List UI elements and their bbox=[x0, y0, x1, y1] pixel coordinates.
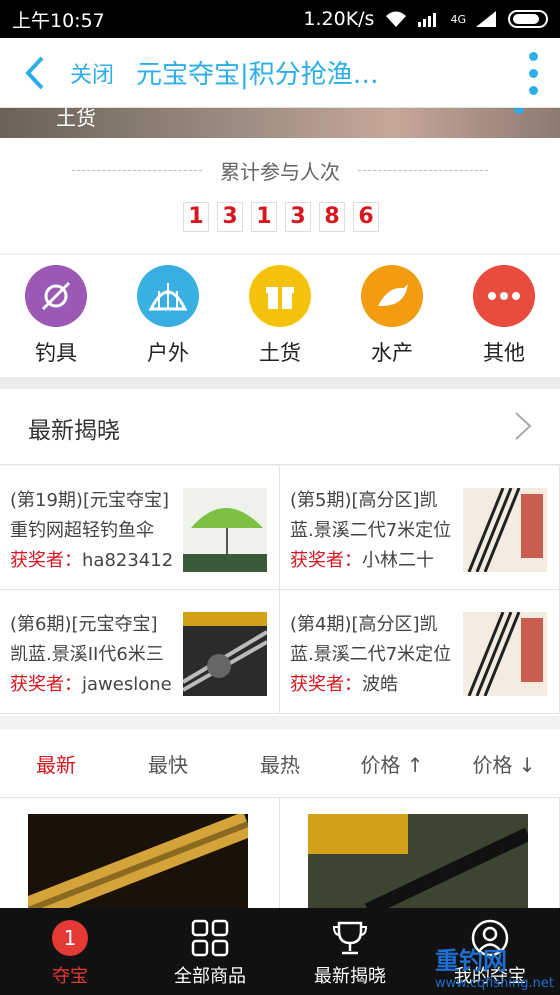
item-name: 凯蓝.景溪II代6米三 bbox=[10, 644, 164, 665]
sort-fastest[interactable]: 最快 bbox=[112, 749, 224, 778]
tab-label: 全部商品 bbox=[174, 966, 246, 987]
arrow-down-icon: ↓ bbox=[518, 752, 536, 777]
category-label: 水产 bbox=[371, 341, 413, 365]
counter-digit: 6 bbox=[353, 202, 379, 232]
latest-reveal-grid: (第19期)[元宝夺宝] 重钓网超轻钓鱼伞 获奖者：ha823412 (第5期)… bbox=[0, 466, 560, 716]
sort-bar: 最新 最快 最热 价格 ↑ 价格 ↓ bbox=[0, 717, 560, 797]
site-watermark: 重钓网 www.cqfishing.net bbox=[435, 941, 554, 991]
fishing-gear-icon bbox=[25, 265, 87, 327]
sort-price-asc[interactable]: 价格 ↑ bbox=[336, 749, 448, 778]
tab-latest-reveal[interactable]: 最新揭晓 bbox=[280, 908, 420, 995]
item-period: (第19期)[元宝夺宝] bbox=[10, 490, 169, 511]
status-bar: 上午10:57 1.20K/s 4G bbox=[0, 0, 560, 38]
product-card[interactable] bbox=[0, 798, 280, 910]
item-winner: 获奖者：ha823412 bbox=[10, 550, 174, 571]
trophy-icon bbox=[332, 921, 368, 955]
signal-icon-2 bbox=[476, 11, 496, 27]
item-period: (第5期)[高分区]凯 bbox=[290, 490, 438, 511]
item-period: (第6期)[元宝夺宝] bbox=[10, 614, 158, 635]
latest-item[interactable]: (第19期)[元宝夺宝] 重钓网超轻钓鱼伞 获奖者：ha823412 bbox=[0, 466, 280, 590]
network-speed: 1.20K/s bbox=[303, 8, 375, 30]
latest-item[interactable]: (第6期)[元宝夺宝] 凯蓝.景溪II代6米三 获奖者：jaweslone bbox=[0, 590, 280, 714]
item-period: (第4期)[高分区]凯 bbox=[290, 614, 438, 635]
counter-digits: 1 3 1 3 8 6 bbox=[183, 202, 379, 232]
tab-label: 夺宝 bbox=[52, 966, 88, 987]
item-winner: 获奖者：jaweslone bbox=[10, 674, 172, 695]
chevron-right-icon bbox=[515, 412, 532, 440]
item-winner: 获奖者：小林二十 bbox=[290, 550, 434, 571]
category-label: 户外 bbox=[147, 341, 189, 365]
product-image-rod-banner bbox=[308, 814, 528, 910]
watermark-url: www.cqfishing.net bbox=[434, 976, 554, 991]
tab-badge: 1 bbox=[52, 920, 88, 956]
signal-icon bbox=[418, 13, 437, 27]
tab-label: 最新揭晓 bbox=[314, 966, 386, 987]
participation-counter: 累计参与人次 1 3 1 3 8 6 bbox=[0, 138, 560, 253]
carousel-indicator bbox=[514, 108, 524, 114]
tab-all-products[interactable]: 全部商品 bbox=[140, 908, 280, 995]
status-icons: 1.20K/s 4G bbox=[303, 8, 548, 30]
sort-price-desc[interactable]: 价格 ↓ bbox=[448, 749, 560, 778]
section-divider bbox=[0, 377, 560, 389]
back-button[interactable] bbox=[0, 38, 70, 108]
category-outdoor[interactable]: 户外 bbox=[112, 255, 224, 377]
item-name: 蓝.景溪二代7米定位 bbox=[290, 644, 452, 665]
watermark-brand: 重钓网 bbox=[434, 947, 507, 975]
category-label: 钓具 bbox=[35, 341, 77, 365]
counter-label: 累计参与人次 bbox=[220, 160, 340, 184]
gift-icon bbox=[249, 265, 311, 327]
product-card[interactable] bbox=[280, 798, 560, 910]
counter-digit: 3 bbox=[285, 202, 311, 232]
banner-carousel[interactable]: 土货 bbox=[0, 108, 560, 138]
counter-digit: 1 bbox=[183, 202, 209, 232]
battery-icon bbox=[508, 10, 548, 28]
latest-item[interactable]: (第4期)[高分区]凯 蓝.景溪二代7米定位 获奖者：波皓 bbox=[280, 590, 560, 714]
tent-icon bbox=[137, 265, 199, 327]
latest-item[interactable]: (第5期)[高分区]凯 蓝.景溪二代7米定位 获奖者：小林二十 bbox=[280, 466, 560, 590]
more-dots-icon bbox=[473, 265, 535, 327]
category-label: 其他 bbox=[483, 341, 525, 365]
tab-duobao[interactable]: 1 夺宝 bbox=[0, 908, 140, 995]
arrow-up-icon: ↑ bbox=[406, 752, 424, 777]
product-grid bbox=[0, 797, 560, 910]
sort-hottest[interactable]: 最热 bbox=[224, 749, 336, 778]
banner-text: 土货 bbox=[56, 108, 96, 130]
category-other[interactable]: 其他 bbox=[448, 255, 560, 377]
item-name: 重钓网超轻钓鱼伞 bbox=[10, 520, 154, 541]
chevron-left-icon bbox=[25, 56, 44, 89]
wifi-icon bbox=[386, 11, 407, 27]
category-fishing-gear[interactable]: 钓具 bbox=[0, 255, 112, 377]
counter-digit: 1 bbox=[251, 202, 277, 232]
category-row: 钓具 户外 土货 水产 其他 bbox=[0, 255, 560, 377]
close-button[interactable]: 关闭 bbox=[70, 57, 114, 89]
product-image-umbrella bbox=[183, 488, 267, 572]
category-aquatic[interactable]: 水产 bbox=[336, 255, 448, 377]
item-winner: 获奖者：波皓 bbox=[290, 674, 398, 695]
section-title: 最新揭晓 bbox=[28, 418, 120, 444]
item-name: 蓝.景溪二代7米定位 bbox=[290, 520, 452, 541]
counter-digit: 3 bbox=[217, 202, 243, 232]
product-image-rod-gold bbox=[28, 814, 248, 910]
overflow-menu-icon[interactable] bbox=[529, 52, 538, 95]
counter-digit: 8 bbox=[319, 202, 345, 232]
fish-icon bbox=[361, 265, 423, 327]
app-bar: 关闭 元宝夺宝|积分抢渔… bbox=[0, 38, 560, 108]
category-local-goods[interactable]: 土货 bbox=[224, 255, 336, 377]
latest-reveal-header[interactable]: 最新揭晓 bbox=[0, 389, 560, 465]
product-image-rod bbox=[463, 612, 547, 696]
page-title: 元宝夺宝|积分抢渔… bbox=[136, 60, 379, 90]
product-image-rod-reel bbox=[183, 612, 267, 696]
sort-newest[interactable]: 最新 bbox=[0, 749, 112, 778]
network-type: 4G bbox=[450, 12, 466, 26]
grid-icon bbox=[191, 919, 229, 957]
category-label: 土货 bbox=[259, 341, 301, 365]
status-time: 上午10:57 bbox=[12, 9, 105, 32]
product-image-rod bbox=[463, 488, 547, 572]
